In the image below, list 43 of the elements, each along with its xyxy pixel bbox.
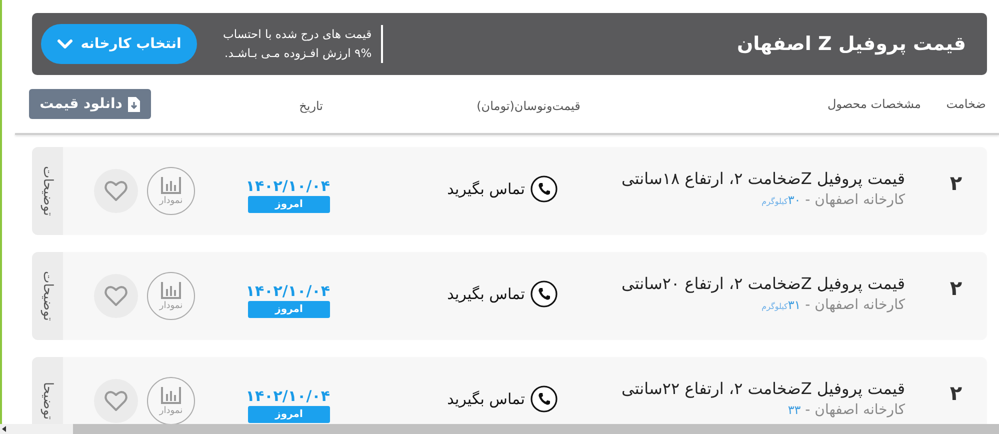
phone-icon xyxy=(530,385,558,413)
heart-icon xyxy=(104,180,128,202)
vat-note: قیمت های درج شده با احتساب ۹% ارزش افـزوده مـی بـاشـد. xyxy=(223,25,383,63)
phone-icon xyxy=(530,175,558,203)
today-badge: امروز xyxy=(248,301,330,318)
chevron-down-icon xyxy=(56,38,73,50)
date-text: ۱۴۰۲/۱۰/۰۴ xyxy=(248,282,330,300)
price-text: تماس بگیرید xyxy=(447,179,525,200)
file-download-icon xyxy=(128,96,140,112)
download-price-button[interactable]: دانلود قیمت xyxy=(29,89,151,119)
page-title: قیمت پروفیل Z اصفهان xyxy=(736,33,966,55)
favorite-button[interactable] xyxy=(94,169,138,213)
notes-tab[interactable]: توضیحا xyxy=(32,357,63,424)
thickness-value: ۲ xyxy=(948,170,964,197)
price-text: تماس بگیرید xyxy=(447,284,525,305)
phone-icon xyxy=(530,280,558,308)
column-header: قیمت‌ونوسان(تومان) xyxy=(476,98,580,112)
notes-tab[interactable]: توضیحات xyxy=(32,147,63,235)
heart-icon xyxy=(104,390,128,412)
factory-weight-text: کارخانه اصفهان - ۳۰کیلوگرم xyxy=(762,192,905,208)
column-header: ضخامت xyxy=(945,97,987,111)
product-title[interactable]: قیمت پروفیل Zضخامت ۲، ارتفاع ۲۰سانتی xyxy=(621,274,905,293)
today-badge: امروز xyxy=(248,406,330,423)
thickness-value: ۲ xyxy=(948,380,964,407)
factory-weight-text: کارخانه اصفهان - ۳۳ xyxy=(788,402,905,418)
column-header: تاریخ xyxy=(299,98,323,112)
notes-tab[interactable]: توضیحات xyxy=(32,252,63,340)
product-title[interactable]: قیمت پروفیل Zضخامت ۲، ارتفاع ۲۲سانتی xyxy=(621,379,905,398)
bar-chart-icon xyxy=(161,386,181,404)
price-text: تماس بگیرید xyxy=(447,389,525,410)
factory-weight-text: کارخانه اصفهان - ۳۱کیلوگرم xyxy=(762,297,905,313)
date-text: ۱۴۰۲/۱۰/۰۴ xyxy=(248,387,330,405)
date-text: ۱۴۰۲/۱۰/۰۴ xyxy=(248,177,330,195)
horizontal-scrollbar[interactable] xyxy=(0,424,999,434)
thickness-value: ۲ xyxy=(948,275,964,302)
bar-chart-icon xyxy=(161,282,181,298)
heart-icon xyxy=(104,285,128,307)
today-badge: امروز xyxy=(248,196,330,213)
favorite-button[interactable] xyxy=(94,379,138,423)
favorite-button[interactable] xyxy=(94,274,138,318)
bar-chart-icon xyxy=(161,176,181,194)
product-title[interactable]: قیمت پروفیل Zضخامت ۲، ارتفاع ۱۸سانتی xyxy=(621,169,905,188)
column-header: مشخصات محصول xyxy=(826,97,921,111)
